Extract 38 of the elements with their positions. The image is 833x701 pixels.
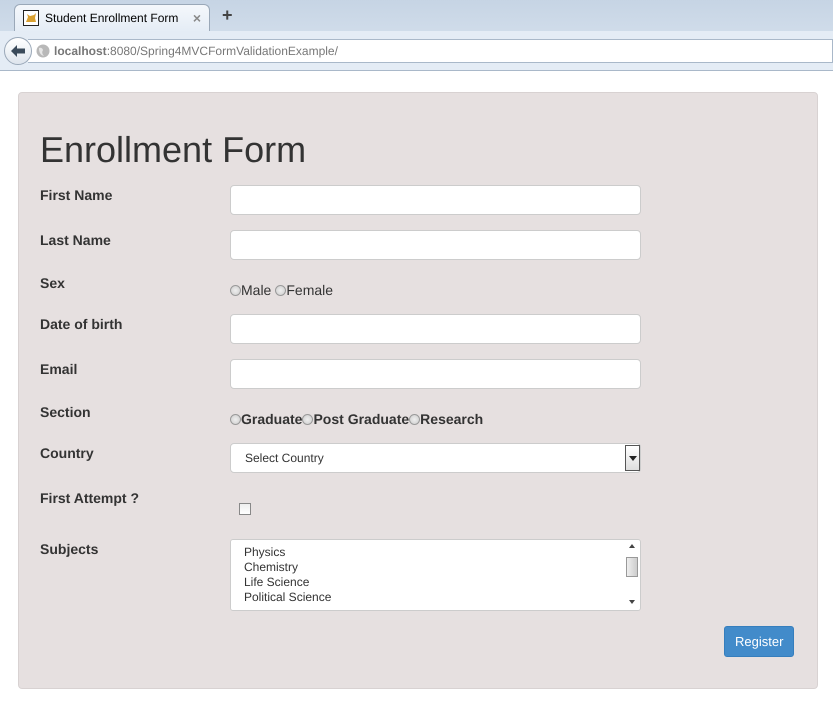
radio-button[interactable] [302, 414, 314, 424]
register-button[interactable]: Register [724, 626, 794, 657]
field-label: Email [40, 360, 78, 379]
field-label: Section [40, 404, 92, 422]
new-tab-button[interactable]: + [222, 5, 233, 26]
list-option[interactable]: Chemistry [244, 560, 624, 575]
browser-tab[interactable]: Student Enrollment Form × [14, 4, 210, 31]
list-option[interactable]: Physics [244, 545, 624, 560]
option-label: Male [241, 282, 272, 298]
option-label: Post Graduate [313, 411, 410, 427]
globe-icon [36, 44, 50, 58]
radio-button[interactable] [230, 414, 241, 424]
option-label: Graduate [241, 411, 302, 427]
back-arrow-icon [10, 44, 26, 58]
cat-icon [23, 10, 39, 26]
text-field[interactable] [230, 314, 641, 344]
radio-button[interactable] [409, 414, 420, 424]
radio-button[interactable] [230, 284, 241, 296]
address-bar[interactable]: localhost:8080/Spring4MVCFormValidationExample/ [28, 38, 833, 62]
field-label: Last Name [40, 231, 112, 250]
checkbox[interactable] [239, 503, 251, 515]
text-field[interactable] [230, 230, 641, 260]
list-option[interactable]: Political Science [244, 590, 624, 605]
field-label: Date of birth [40, 315, 124, 334]
field-label: First Attempt ? [40, 489, 140, 508]
field-label: First Name [40, 186, 114, 205]
form-title: Enrollment Form [40, 128, 308, 172]
radio-button[interactable] [275, 284, 286, 296]
back-button[interactable] [4, 36, 32, 64]
field-label: Subjects [40, 540, 100, 559]
list-option[interactable]: Life Science [244, 575, 624, 590]
field-label: Sex [40, 275, 66, 293]
text-field[interactable] [230, 185, 641, 215]
text-field[interactable] [230, 359, 641, 389]
field-label: Country [40, 444, 95, 463]
option-label: Research [420, 411, 484, 427]
option-label: Female [286, 282, 334, 298]
country-dropdown[interactable]: Select Country [230, 443, 641, 473]
